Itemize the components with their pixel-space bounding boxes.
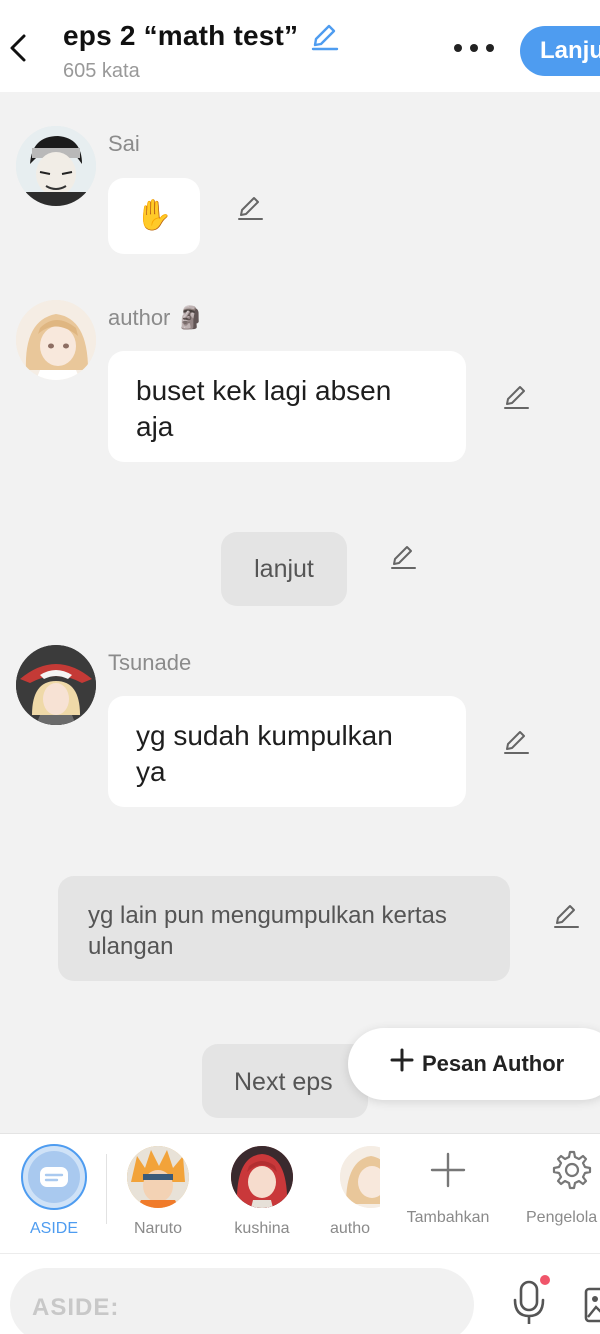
continue-button[interactable]: Lanjut	[520, 26, 600, 76]
sender-name: Tsunade	[108, 650, 192, 675]
message-line: aja	[136, 411, 174, 442]
avatar-sai[interactable]	[16, 126, 96, 206]
naruto-avatar	[127, 1146, 189, 1208]
character-name: autho	[330, 1220, 371, 1237]
notification-dot	[540, 1275, 550, 1285]
manage-characters-button[interactable]: Pengelola	[516, 1134, 600, 1254]
edit-message-icon[interactable]	[236, 194, 264, 222]
top-bar: eps 2 “math test” 605 kata Lanjut	[0, 0, 600, 92]
character-name: ASIDE	[29, 1220, 78, 1237]
narration-bubble[interactable]: yg lain pun mengumpulkan kertas ulangan	[58, 876, 510, 981]
narration-line: yg lain pun mengumpulkan kertas	[88, 902, 447, 929]
mic-icon[interactable]	[510, 1274, 550, 1328]
edit-title-icon[interactable]	[309, 21, 339, 51]
narration-bubble[interactable]: lanjut	[221, 532, 347, 606]
edit-message-icon[interactable]	[552, 902, 580, 930]
character-bar: ASIDE Naruto kushina autho Tambahkan Pen…	[0, 1133, 600, 1253]
message-line: ya	[136, 756, 166, 787]
episode-title[interactable]: eps 2 “math test”	[63, 20, 298, 52]
message-line: buset kek lagi absen	[136, 375, 392, 406]
input-placeholder: ASIDE:	[32, 1294, 120, 1321]
character-name: Naruto	[133, 1220, 183, 1237]
add-author-message-button[interactable]: Pesan Author	[348, 1028, 600, 1100]
avatar-author[interactable]	[16, 300, 96, 380]
aside-avatar	[21, 1144, 87, 1210]
title-group: eps 2 “math test”	[63, 20, 339, 52]
divider	[106, 1154, 107, 1224]
more-options-icon[interactable]	[452, 38, 496, 58]
narration-bubble[interactable]: Next eps	[202, 1044, 368, 1118]
edit-message-icon[interactable]	[502, 728, 530, 756]
character-kushina[interactable]: kushina	[222, 1134, 302, 1254]
character-aside[interactable]: ASIDE	[14, 1134, 94, 1254]
message-input[interactable]: ASIDE:	[10, 1268, 474, 1334]
author-avatar	[340, 1146, 380, 1208]
narration-line: ulangan	[88, 933, 174, 960]
edit-message-icon[interactable]	[502, 383, 530, 411]
settings-icon	[552, 1150, 592, 1190]
character-naruto[interactable]: Naruto	[118, 1134, 198, 1254]
message-bubble[interactable]: buset kek lagi absen aja	[108, 351, 466, 462]
plus-icon	[430, 1152, 466, 1188]
kushina-avatar	[231, 1146, 293, 1208]
back-icon[interactable]	[8, 30, 28, 66]
character-author[interactable]: autho	[320, 1134, 380, 1254]
sender-name: author 🗿	[108, 305, 204, 330]
edit-message-icon[interactable]	[389, 543, 417, 571]
character-name: kushina	[234, 1220, 290, 1237]
image-icon[interactable]	[584, 1285, 600, 1325]
plus-icon	[390, 1048, 414, 1072]
add-author-message-label: Pesan Author	[422, 1051, 565, 1076]
message-bubble[interactable]: ✋	[108, 178, 200, 254]
message-line: yg sudah kumpulkan	[136, 720, 393, 751]
sender-name: Sai	[108, 131, 140, 156]
add-character-button[interactable]: Tambahkan	[400, 1134, 496, 1254]
add-character-label: Tambahkan	[406, 1209, 490, 1226]
message-bubble[interactable]: yg sudah kumpulkan ya	[108, 696, 466, 807]
word-count: 605 kata	[63, 60, 140, 82]
avatar-tsunade[interactable]	[16, 645, 96, 725]
manage-characters-label: Pengelola	[526, 1209, 598, 1226]
